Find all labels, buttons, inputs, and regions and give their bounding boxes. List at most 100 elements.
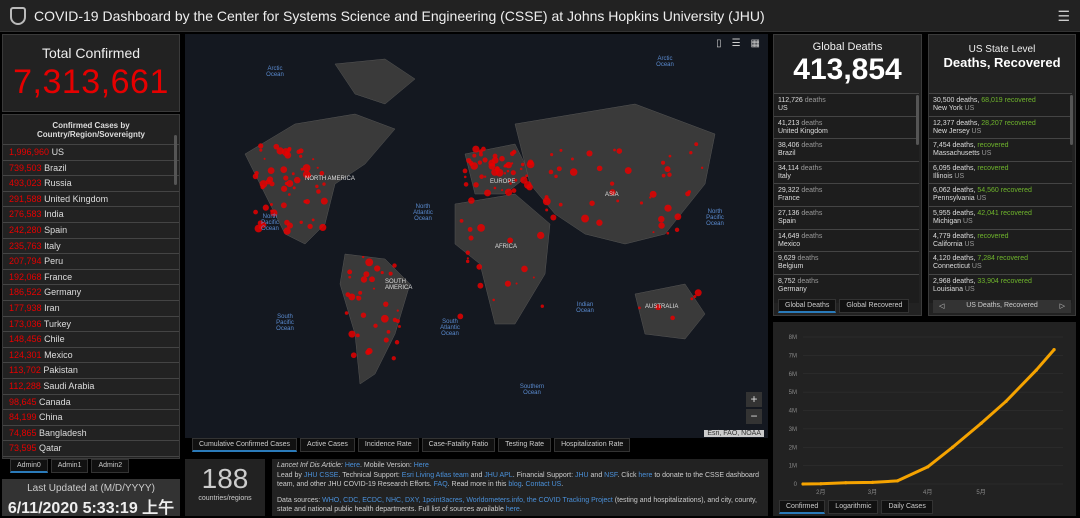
data-point[interactable] <box>819 482 823 486</box>
country-row[interactable]: 113,702 Pakistan <box>3 362 179 378</box>
country-row[interactable]: 148,456 Chile <box>3 331 179 347</box>
case-dot[interactable] <box>478 152 483 157</box>
case-dot[interactable] <box>263 157 266 160</box>
tab-testing-rate[interactable]: Testing Rate <box>498 438 552 452</box>
country-row[interactable]: 177,938 Iran <box>3 299 179 316</box>
jhu-link[interactable]: JHU <box>575 472 589 479</box>
case-dot[interactable] <box>596 219 603 226</box>
map-canvas[interactable] <box>185 34 768 438</box>
case-dot[interactable] <box>363 271 370 278</box>
case-dot[interactable] <box>348 275 352 279</box>
case-dot[interactable] <box>373 323 378 328</box>
case-dot[interactable] <box>670 315 675 321</box>
case-dot[interactable] <box>319 170 325 176</box>
case-dot[interactable] <box>666 231 670 235</box>
case-dot[interactable] <box>694 142 699 147</box>
case-dot[interactable] <box>267 167 275 175</box>
next-icon[interactable]: ▷ <box>1060 302 1065 311</box>
case-dot[interactable] <box>477 282 484 289</box>
country-row[interactable]: 74,865 Bangladesh <box>3 424 179 441</box>
country-row[interactable]: 73,595 Qatar <box>3 440 179 456</box>
case-dot[interactable] <box>315 184 319 189</box>
case-dot[interactable] <box>545 208 549 212</box>
case-dot[interactable] <box>465 259 470 264</box>
case-dot[interactable] <box>296 149 301 154</box>
case-dot[interactable] <box>355 333 360 338</box>
case-dot[interactable] <box>280 185 288 192</box>
case-dot[interactable] <box>472 145 480 153</box>
nsf-link[interactable]: NSF <box>604 472 617 479</box>
sources-link[interactable]: here <box>506 506 520 513</box>
tab-global-recovered[interactable]: Global Recovered <box>839 299 910 313</box>
case-dot[interactable] <box>358 290 363 295</box>
case-dot[interactable] <box>319 223 327 231</box>
country-row[interactable]: 493,023 Russia <box>3 175 179 191</box>
case-dot[interactable] <box>369 276 375 283</box>
case-dot[interactable] <box>312 158 315 161</box>
case-dot[interactable] <box>589 200 595 206</box>
case-dot[interactable] <box>284 181 289 186</box>
case-dot[interactable] <box>380 314 389 323</box>
state-row[interactable]: 4,779 deaths, recovered California US <box>929 228 1072 252</box>
country-row[interactable]: 207,794 Peru <box>3 253 179 269</box>
case-dot[interactable] <box>550 153 554 157</box>
case-dot[interactable] <box>658 222 665 229</box>
case-dot[interactable] <box>548 169 554 175</box>
case-dot[interactable] <box>468 197 475 204</box>
case-dot[interactable] <box>383 301 389 307</box>
case-dot[interactable] <box>504 188 513 196</box>
esri-link[interactable]: Esri Living Atlas team <box>402 472 469 479</box>
case-dot[interactable] <box>356 295 359 299</box>
case-dot[interactable] <box>694 289 702 297</box>
case-dot[interactable] <box>462 168 468 174</box>
case-dot[interactable] <box>661 160 666 165</box>
case-dot[interactable] <box>398 325 401 328</box>
case-dot[interactable] <box>624 167 632 175</box>
case-dot[interactable] <box>299 220 303 224</box>
case-dot[interactable] <box>550 214 557 221</box>
case-dot[interactable] <box>613 148 616 152</box>
state-row[interactable]: 7,454 deaths, recovered Massachusetts US <box>929 138 1072 161</box>
case-dot[interactable] <box>521 265 528 273</box>
country-row[interactable]: 291,588 United Kingdom <box>3 190 179 207</box>
case-dot[interactable] <box>504 280 511 287</box>
case-dot[interactable] <box>293 176 301 184</box>
case-dot[interactable] <box>506 169 510 173</box>
case-dot[interactable] <box>477 160 483 165</box>
case-dot[interactable] <box>609 181 615 186</box>
case-dot[interactable] <box>472 153 477 158</box>
case-dot[interactable] <box>316 189 321 194</box>
country-row[interactable]: 739,503 Brazil <box>3 159 179 176</box>
data-point[interactable] <box>844 481 848 485</box>
case-dot[interactable] <box>269 203 273 206</box>
data-point[interactable] <box>979 421 983 425</box>
case-dot[interactable] <box>477 224 485 232</box>
data-point[interactable] <box>801 482 805 486</box>
case-dot[interactable] <box>519 167 523 171</box>
mobile-link[interactable]: Here <box>414 462 429 469</box>
case-dot[interactable] <box>391 356 396 361</box>
tab-daily-cases[interactable]: Daily Cases <box>881 500 933 514</box>
state-row[interactable]: 6,062 deaths, 54,560 recovered Pennsylvan… <box>929 183 1072 206</box>
scrollbar[interactable] <box>1070 95 1073 145</box>
case-dot[interactable] <box>347 269 353 275</box>
case-dot[interactable] <box>322 182 326 186</box>
world-map[interactable]: Arctic Ocean Arctic Ocean NORTH AMERICA … <box>185 34 768 438</box>
case-dot[interactable] <box>690 297 694 301</box>
case-dot[interactable] <box>284 151 292 159</box>
case-dot[interactable] <box>350 352 357 359</box>
case-dot[interactable] <box>674 213 682 221</box>
country-row[interactable]: 242,280 Spain <box>3 221 179 238</box>
tab-cumulative-confirmed[interactable]: Cumulative Confirmed Cases <box>192 438 298 452</box>
case-dot[interactable] <box>526 160 535 169</box>
case-dot[interactable] <box>554 174 558 179</box>
country-row[interactable]: 235,763 Italy <box>3 237 179 254</box>
case-dot[interactable] <box>586 150 593 157</box>
blog-link[interactable]: blog <box>508 481 521 488</box>
case-dot[interactable] <box>664 204 672 212</box>
case-dot[interactable] <box>291 172 295 176</box>
bookmark-icon[interactable]: ▯ <box>716 38 722 49</box>
case-dot[interactable] <box>658 215 665 223</box>
case-dot[interactable] <box>652 231 655 234</box>
death-row[interactable]: 34,114 deaths Italy <box>774 160 919 184</box>
